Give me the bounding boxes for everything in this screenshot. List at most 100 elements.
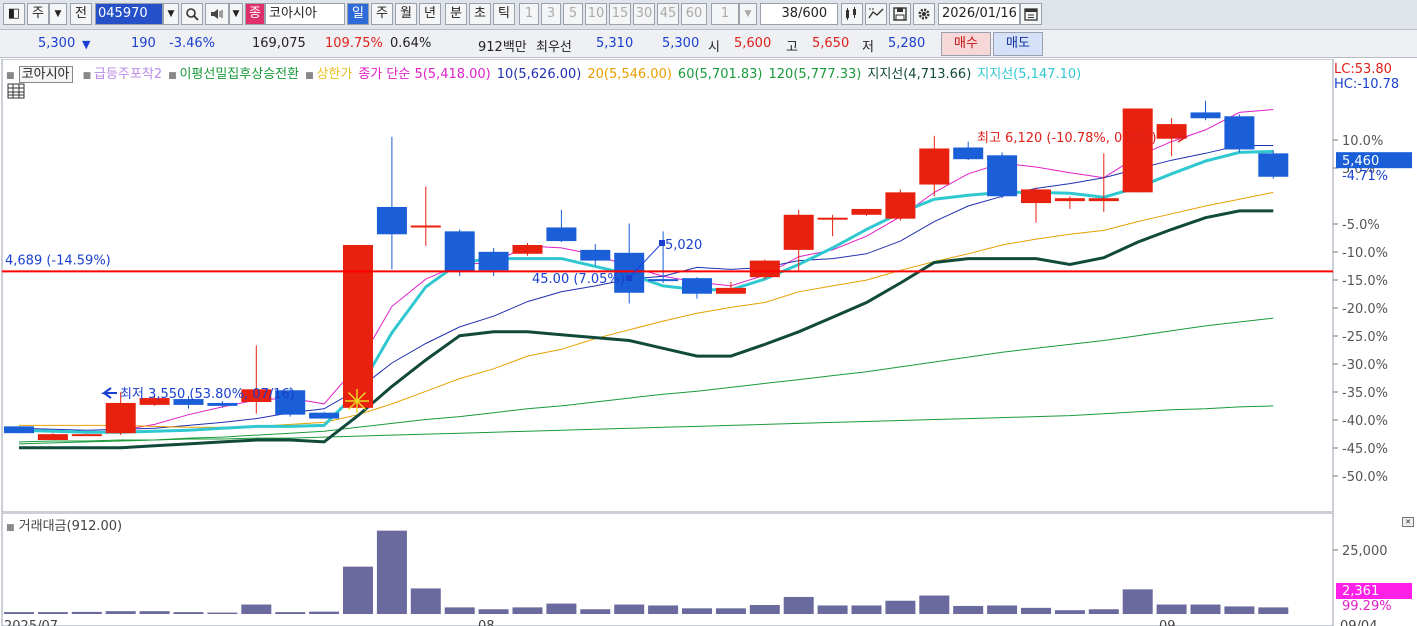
minute-option-15[interactable]: 15 (609, 3, 631, 25)
legend-item[interactable]: 20(5,546.00) (587, 67, 672, 82)
code-dropdown-icon[interactable]: ▼ (163, 3, 179, 25)
low-note: 최저 3,550 (53.80%, 07/16) (120, 387, 295, 402)
legend-item[interactable]: ■ 상한가 (305, 67, 352, 82)
legend-item-text: 20(5,546.00) (587, 67, 672, 82)
legend-stock-name[interactable]: 코아시아 (18, 66, 73, 83)
minute-option-30[interactable]: 30 (633, 3, 655, 25)
price-chart-canvas[interactable]: 10.0%5.0%-5.0%-10.0%-15.0%-20.0%-25.0%-3… (0, 59, 1417, 513)
tab-year[interactable]: 년 (419, 3, 441, 25)
tab-week[interactable]: 주 (371, 3, 393, 25)
minute-option-3[interactable]: 3 (541, 3, 561, 25)
volume-ratio: 109.75% (325, 36, 383, 51)
candle-body (4, 426, 34, 434)
volume-bar (919, 595, 950, 614)
trend-point (626, 275, 632, 281)
high-label: 고 (786, 40, 798, 55)
tab-day[interactable]: 일 (347, 3, 369, 25)
trade-amount: 912백만 (478, 40, 527, 55)
y-axis: 10.0%5.0%-5.0%-10.0%-15.0%-20.0%-25.0%-3… (1333, 134, 1388, 485)
candle-body (1258, 153, 1289, 177)
y-tick-label: -15.0% (1342, 274, 1388, 289)
search-icon[interactable] (181, 3, 203, 25)
y-tick-label: -10.0% (1342, 246, 1388, 261)
close-icon[interactable]: ✕ (1402, 517, 1414, 527)
legend-item[interactable]: 10(5,626.00) (497, 67, 582, 82)
volume-bar (1088, 609, 1119, 614)
best-quote-label: 최우선 (536, 40, 572, 55)
open-label: 시 (708, 40, 720, 55)
calendar-icon[interactable] (1020, 3, 1042, 25)
unit-input[interactable]: 1 (711, 3, 739, 25)
volume-bar (410, 588, 441, 614)
gear-icon[interactable] (913, 3, 935, 25)
legend-bullet-icon: ■ (6, 523, 15, 533)
volume-bar (173, 612, 204, 614)
volume-chart[interactable]: 25,000 2,36199.29% 2025/07 08 09 09/04 ■ 거래대금… (0, 513, 1417, 626)
trend-tool-icon[interactable] (865, 3, 887, 25)
candle-body (478, 251, 509, 271)
volume-bar (817, 605, 848, 614)
volume-value: 169,075 (252, 36, 306, 51)
low-price: 5,280 (888, 36, 926, 51)
y-tick-label: -5.0% (1342, 218, 1380, 233)
legend-bullet-icon: ■ (82, 71, 95, 81)
down-arrow-icon: ▼ (82, 38, 91, 51)
save-icon[interactable] (889, 3, 911, 25)
legend-item[interactable]: 120(5,777.33) (769, 67, 862, 82)
volume-tick-label: 25,000 (1342, 544, 1388, 559)
volume-bar (1021, 607, 1051, 614)
volume-bar (139, 611, 170, 614)
volume-bar (1054, 610, 1085, 614)
tab-minute[interactable]: 분 (445, 3, 467, 25)
date-input[interactable]: 2026/01/16 (938, 3, 1020, 25)
candle-body (919, 148, 950, 185)
support-label: 4,689 (-14.59%) (5, 253, 111, 268)
tab-second[interactable]: 초 (469, 3, 491, 25)
table-view-icon[interactable] (7, 83, 25, 103)
legend-item[interactable]: 지지선(4,713.66) (867, 67, 971, 82)
volume-legend: ■ 거래대금(912.00) (6, 515, 122, 534)
minute-option-10[interactable]: 10 (585, 3, 607, 25)
toolbar: ◧ 주 ▼ 전 045970 ▼ ▼ 종 코아시아 일 주 월 년 분 초 틱 … (0, 0, 1417, 30)
minute-option-45[interactable]: 45 (657, 3, 679, 25)
volume-chart-canvas[interactable]: 25,000 2,36199.29% 2025/07 08 09 09/04 (0, 513, 1417, 626)
legend-item[interactable]: 종가 단순 5(5,418.00) (358, 67, 490, 82)
prev-button[interactable]: 전 (70, 3, 92, 25)
legend-item-text: 이평선밀집후상승전환 (179, 67, 300, 82)
buy-button[interactable]: 매수 (941, 32, 991, 56)
price-chart[interactable]: 10.0% 5.0% -5.0% -10.0% -15.0% -20.0% -25.0% -3… (0, 59, 1417, 513)
candle-body (682, 278, 712, 294)
tab-tick[interactable]: 틱 (493, 3, 515, 25)
minute-option-5[interactable]: 5 (563, 3, 583, 25)
stock-name-field[interactable]: 코아시아 (265, 3, 345, 25)
x-axis-label: 2025/07 (4, 619, 58, 626)
legend-item-text: 120(5,777.33) (768, 67, 862, 82)
sell-button[interactable]: 매도 (993, 32, 1043, 56)
menu-icon[interactable]: ◧ (3, 3, 25, 25)
volume-bar (478, 609, 509, 614)
legend-item[interactable]: 60(5,701.83) (678, 67, 763, 82)
candle-body (207, 402, 238, 406)
legend-item[interactable]: ■ 이평선밀집후상승전환 (168, 67, 299, 82)
chart-settings-icon[interactable] (841, 3, 863, 25)
starburst-icon (345, 389, 369, 413)
type-select[interactable]: 주 (27, 3, 49, 25)
minute-option-1[interactable]: 1 (519, 3, 539, 25)
candle-body (783, 214, 814, 250)
hc-value: HC:-10.78 (1334, 77, 1400, 92)
candle-body (1122, 108, 1153, 193)
minute-option-60[interactable]: 60 (681, 3, 707, 25)
legend-item[interactable]: ■ 급등주포착2 (83, 67, 162, 82)
legend-item[interactable]: 지지선(5,147.10) (977, 67, 1081, 82)
speaker-icon[interactable] (205, 3, 229, 25)
stock-code-input[interactable]: 045970 (95, 3, 163, 25)
legend-item-text: 지지선(5,147.10) (977, 67, 1082, 82)
count-field[interactable]: 38/600 (760, 3, 838, 25)
speaker-dropdown-icon[interactable]: ▼ (229, 3, 243, 25)
legend-item-text: 60(5,701.83) (677, 67, 763, 82)
tab-month[interactable]: 월 (395, 3, 417, 25)
unit-dropdown-icon[interactable]: ▼ (739, 3, 757, 25)
x-axis-label: 08 (478, 619, 495, 626)
type-dropdown-icon[interactable]: ▼ (49, 3, 67, 25)
current-price: 5,300 (38, 36, 76, 51)
